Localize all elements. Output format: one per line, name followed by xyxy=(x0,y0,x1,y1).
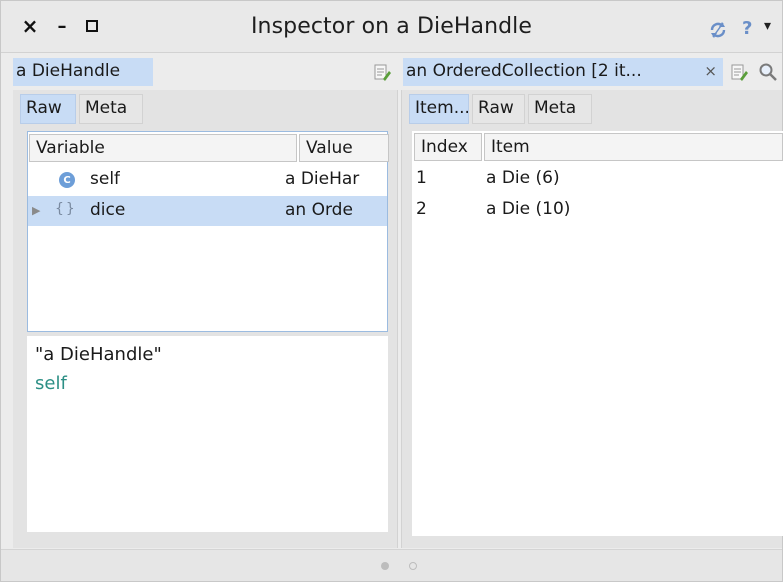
left-pane-header: a DieHandle xyxy=(11,58,398,88)
search-icon[interactable] xyxy=(758,62,778,82)
column-header-variable[interactable]: Variable xyxy=(29,134,297,162)
item-index: 2 xyxy=(416,199,427,219)
item-index: 1 xyxy=(416,168,427,188)
pager-footer xyxy=(1,549,782,581)
tab-raw[interactable]: Raw xyxy=(20,94,76,124)
variable-name: self xyxy=(90,169,121,189)
tab-meta[interactable]: Meta xyxy=(79,94,143,124)
braces-icon: {} xyxy=(55,201,77,217)
right-pane: Item... Raw Meta Index Item 1 a Die (6) … xyxy=(401,90,783,548)
column-header-item[interactable]: Item xyxy=(484,133,783,161)
left-pane: Raw Meta Variable Value C self a DieHar … xyxy=(13,90,398,548)
variable-value: a DieHar xyxy=(285,169,360,189)
right-pane-title[interactable]: an OrderedCollection [2 it... × xyxy=(403,58,723,86)
table-row[interactable]: C self a DieHar xyxy=(28,165,387,195)
table-row[interactable]: 2 a Die (10) xyxy=(412,195,783,225)
inspector-window: × – Inspector on a DieHandle ? ▾ a DieHa… xyxy=(0,0,783,582)
variable-name: dice xyxy=(90,200,126,220)
title-bar: × – Inspector on a DieHandle ? ▾ xyxy=(1,1,782,53)
right-pane-title-text: an OrderedCollection [2 it... xyxy=(406,61,642,81)
column-header-value[interactable]: Value xyxy=(299,134,389,162)
table-row[interactable]: 1 a Die (6) xyxy=(412,164,783,194)
table-row[interactable]: ▶ {} dice an Orde xyxy=(28,196,387,226)
code-editor[interactable]: "a DieHandle" self xyxy=(27,336,388,532)
expand-triangle-icon[interactable]: ▶ xyxy=(32,204,40,217)
code-keyword-line: self xyxy=(35,373,67,394)
right-pane-header: an OrderedCollection [2 it... × xyxy=(403,58,783,88)
tab-meta[interactable]: Meta xyxy=(528,94,592,124)
column-header-index[interactable]: Index xyxy=(414,133,482,161)
variables-table: Variable Value C self a DieHar ▶ {} dice… xyxy=(27,131,389,332)
code-string-line: "a DieHandle" xyxy=(35,344,162,365)
window-title: Inspector on a DieHandle xyxy=(250,14,533,39)
window-menu-icon[interactable]: ▾ xyxy=(764,18,771,34)
browse-icon[interactable] xyxy=(372,62,392,82)
refresh-icon[interactable] xyxy=(707,19,729,41)
close-pane-icon[interactable]: × xyxy=(704,62,717,80)
tab-raw[interactable]: Raw xyxy=(472,94,525,124)
items-table: Index Item 1 a Die (6) 2 a Die (10) xyxy=(412,131,783,536)
page-dot-active[interactable] xyxy=(381,562,389,570)
variable-value: an Orde xyxy=(285,200,353,220)
page-dot[interactable] xyxy=(409,562,417,570)
item-value: a Die (10) xyxy=(486,199,571,219)
help-icon[interactable]: ? xyxy=(742,18,752,39)
item-value: a Die (6) xyxy=(486,168,560,188)
class-icon: C xyxy=(59,172,75,188)
tab-items[interactable]: Item... xyxy=(409,94,469,124)
browse-icon[interactable] xyxy=(729,62,749,82)
left-pane-title[interactable]: a DieHandle xyxy=(13,58,153,86)
